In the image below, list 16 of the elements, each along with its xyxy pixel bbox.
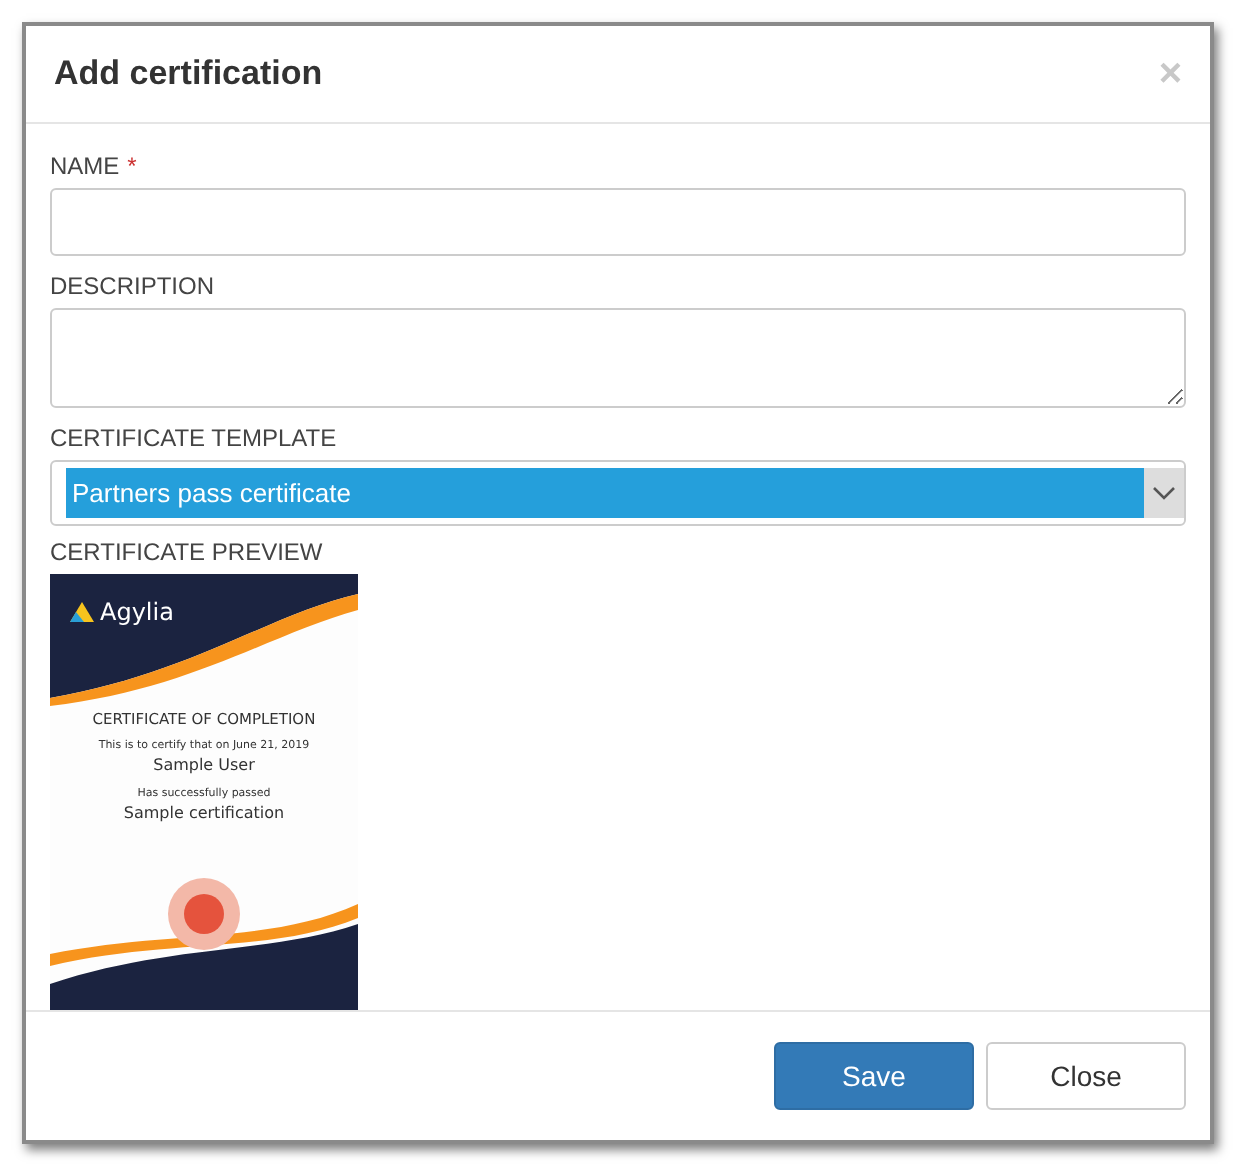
chevron-down-icon [1152,485,1176,502]
field-label: CERTIFICATE TEMPLATE [50,424,337,453]
field-label: DESCRIPTION [50,272,215,301]
logo-icon [70,602,94,623]
field-label: NAME [50,152,120,181]
recipient-name: Sample User [153,756,255,775]
close-button[interactable]: Close [986,1042,1186,1111]
course-name: Sample certification [123,804,285,823]
name-field[interactable] [50,188,1186,257]
field-label: CERTIFICATE PREVIEW [50,538,323,567]
logo-text: Agylia [100,598,174,627]
dialog-title: Add certification [54,54,323,95]
required-mark: * [127,152,137,181]
template-dropdown[interactable]: Partners pass certificate [50,460,1186,527]
description-field[interactable] [50,308,1186,409]
save-button[interactable]: Save [774,1042,974,1111]
